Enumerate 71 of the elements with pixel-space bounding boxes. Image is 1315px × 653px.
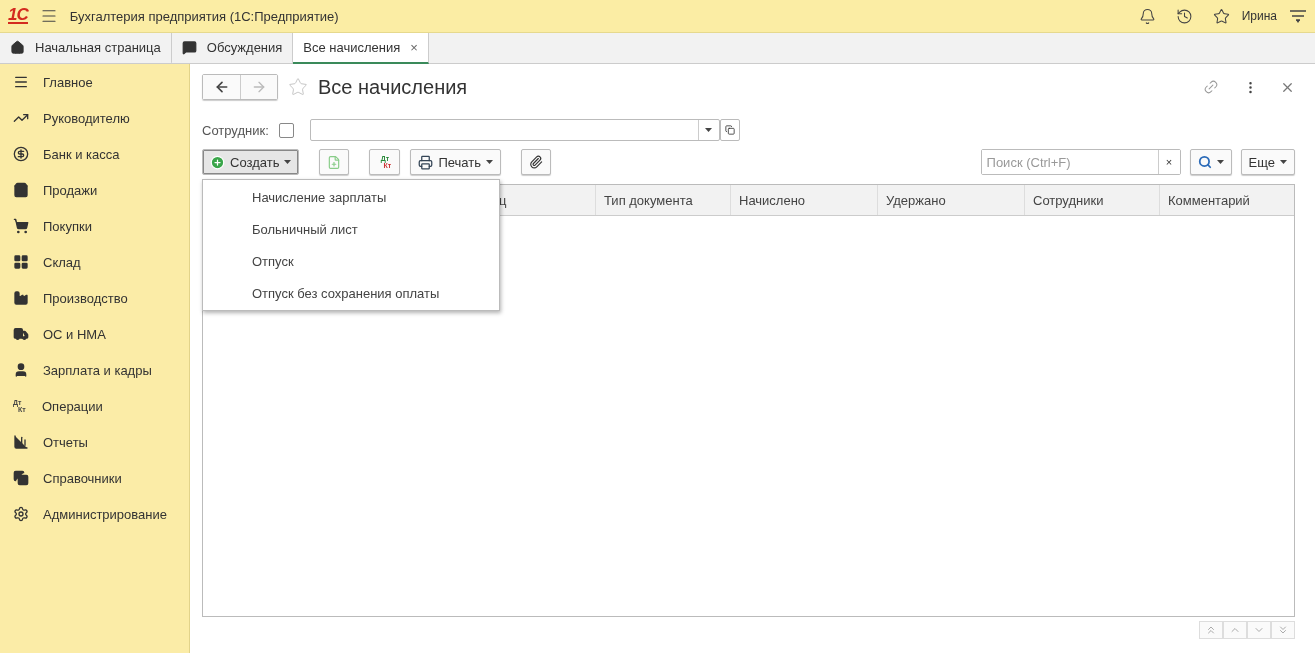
menu-item[interactable]: Начисление зарплаты [203, 181, 499, 213]
app-title: Бухгалтерия предприятия (1С:Предприятие) [69, 8, 340, 24]
paperclip-icon [529, 155, 543, 169]
print-button[interactable]: Печать [410, 149, 501, 175]
caret-icon [1216, 160, 1224, 164]
sidebar-item[interactable]: Главное [0, 64, 189, 100]
right-arrow-icon [251, 79, 267, 95]
menu-item[interactable]: Отпуск [203, 245, 499, 277]
search-field[interactable]: Поиск (Ctrl+F) × [980, 149, 1181, 175]
search-button[interactable] [1189, 149, 1232, 175]
menu-item[interactable]: Больничный лист [203, 213, 499, 245]
create-button[interactable]: Создать [202, 149, 300, 175]
close-icon[interactable]: × [410, 40, 418, 55]
sidebar-item[interactable]: Банк и касса [0, 136, 189, 172]
dropdown-icon [705, 128, 713, 132]
printer-icon [418, 154, 434, 170]
open-button[interactable] [719, 119, 740, 141]
file-plus-icon [327, 154, 342, 170]
coin-icon [13, 146, 29, 162]
truck-icon [13, 326, 29, 342]
filter-menu-icon[interactable] [1289, 8, 1307, 24]
plus-icon [210, 154, 225, 170]
column-header[interactable]: Начислено [731, 185, 878, 215]
clear-button[interactable]: × [1157, 150, 1180, 174]
filter-label: Сотрудник: [202, 122, 269, 138]
more-button[interactable]: Еще [1240, 149, 1295, 175]
back-button[interactable] [203, 75, 240, 99]
checkbox[interactable] [278, 122, 294, 138]
star-icon[interactable] [288, 77, 308, 97]
caret-icon [1280, 160, 1287, 164]
sidebar-item[interactable]: Склад [0, 244, 189, 280]
sidebar-item[interactable]: Администрирование [0, 496, 189, 532]
home-icon [10, 40, 25, 55]
search-icon [1197, 155, 1212, 169]
history-icon[interactable] [1175, 7, 1193, 25]
factory-icon [13, 290, 29, 306]
chat-icon [181, 40, 197, 55]
star-icon[interactable] [1212, 7, 1230, 25]
app-logo: 1С [8, 8, 28, 24]
column-header[interactable]: Сотрудники [1025, 185, 1160, 215]
bell-icon[interactable] [1138, 7, 1156, 25]
user-name[interactable]: Ирина [1241, 9, 1277, 23]
sidebar-item[interactable]: Зарплата и кадры [0, 352, 189, 388]
double-down-icon [1277, 624, 1289, 636]
link-icon[interactable] [1203, 79, 1219, 95]
attach-button[interactable] [521, 149, 551, 175]
employee-field[interactable] [309, 119, 720, 141]
column-header[interactable]: Тип документа [596, 185, 731, 215]
menu-item[interactable]: Отпуск без сохранения оплаты [203, 277, 499, 309]
column-header[interactable]: Удержано [878, 185, 1025, 215]
cart-icon [13, 218, 29, 234]
sidebar-item[interactable]: Отчеты [0, 424, 189, 460]
settings-icon [13, 506, 29, 522]
sidebar-item[interactable]: ОС и НМА [0, 316, 189, 352]
grid-icon [13, 254, 29, 270]
list-icon [13, 74, 29, 90]
column-header[interactable]: Комментарий [1160, 185, 1294, 215]
caret-icon [486, 160, 493, 164]
sidebar-item[interactable]: Справочники [0, 460, 189, 496]
documents-icon [13, 470, 29, 486]
caret-icon [284, 160, 292, 164]
double-up-icon [1205, 624, 1217, 636]
person-icon [13, 362, 29, 378]
tab[interactable]: Все начисления × [293, 33, 429, 64]
sidebar-item[interactable]: Руководителю [0, 100, 189, 136]
menu-icon[interactable] [39, 7, 58, 25]
open-window-icon [724, 125, 735, 135]
form-title: Все начисления [318, 75, 469, 99]
sidebar-item[interactable]: Производство [0, 280, 189, 316]
sidebar-item[interactable]: Продажи [0, 172, 189, 208]
sidebar-item[interactable]: Покупки [0, 208, 189, 244]
